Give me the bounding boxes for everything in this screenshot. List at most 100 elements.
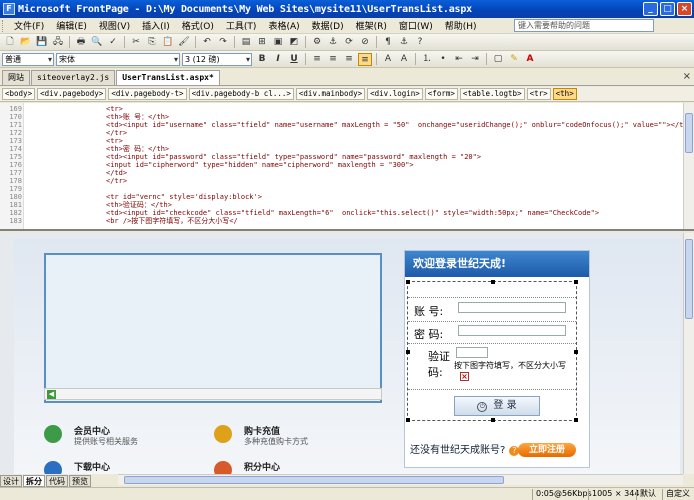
spelling-icon[interactable]: ✓ <box>106 36 120 49</box>
menu-tools[interactable]: 工具(T) <box>220 19 263 32</box>
italic-button[interactable]: I <box>271 53 285 66</box>
tag-chip[interactable]: <div.pagebody-t> <box>108 88 187 100</box>
menu-file[interactable]: 文件(F) <box>8 19 50 32</box>
align-left-icon[interactable]: ≡ <box>310 53 324 66</box>
tab-preview[interactable]: 预览 <box>69 474 91 487</box>
tab-usertranslist[interactable]: UserTransList.aspx* <box>116 70 220 85</box>
menu-view[interactable]: 视图(V) <box>93 19 136 32</box>
code-line[interactable]: 180 <tr id="vernc" style='display:block'> <box>0 193 694 201</box>
register-button[interactable]: 立即注册 <box>518 443 576 457</box>
refresh-icon[interactable]: ⟳ <box>342 36 356 49</box>
redo-icon[interactable]: ↷ <box>216 36 230 49</box>
menu-window[interactable]: 窗口(W) <box>393 19 439 32</box>
tab-code[interactable]: 代码 <box>46 474 68 487</box>
justify-icon[interactable]: ≡ <box>358 52 372 66</box>
code-line[interactable]: 178 </tr> <box>0 177 694 185</box>
save-icon[interactable]: 💾 <box>35 36 49 49</box>
service-points[interactable]: 积分中心 <box>214 459 364 474</box>
code-line[interactable]: 170 <th>账 号：</th> <box>0 113 694 121</box>
increase-font-icon[interactable]: A <box>381 53 395 66</box>
insert-table-icon[interactable]: ⊞ <box>255 36 269 49</box>
code-line[interactable]: 174 <th>密 码：</th> <box>0 145 694 153</box>
account-input[interactable] <box>458 302 566 313</box>
tag-chip[interactable]: <div.login> <box>367 88 423 100</box>
selection-handle[interactable] <box>406 418 410 422</box>
tag-chip[interactable]: <tr> <box>526 88 551 100</box>
banner-image-placeholder[interactable] <box>44 253 382 403</box>
format-painter-icon[interactable]: 🖌 <box>177 36 191 49</box>
paste-icon[interactable]: 📋 <box>161 36 175 49</box>
code-line[interactable]: 169 <tr> <box>0 105 694 113</box>
service-members[interactable]: 会员中心 提供账号相关服务 <box>44 423 194 449</box>
service-download[interactable]: 下载中心 <box>44 459 194 474</box>
numbering-icon[interactable]: ⒈ <box>420 53 434 66</box>
close-button[interactable]: × <box>677 2 692 16</box>
menu-frames[interactable]: 框架(R) <box>350 19 393 32</box>
increase-indent-icon[interactable]: ⇥ <box>468 53 482 66</box>
bold-button[interactable]: B <box>255 53 269 66</box>
code-line[interactable]: 175 <td><input id="password" class="tfiel… <box>0 153 694 161</box>
decrease-indent-icon[interactable]: ⇤ <box>452 53 466 66</box>
selection-handle[interactable] <box>574 418 578 422</box>
login-form[interactable]: 账 号: 密 码: 验证 码: 按下图字符填写，不区分大小写 × ⏻ 登 录 <box>406 280 578 422</box>
cut-icon[interactable]: ✂ <box>129 36 143 49</box>
scroll-left-icon[interactable]: ◀ <box>47 390 56 399</box>
publish-icon[interactable]: 🖧 <box>51 36 65 49</box>
open-folder-icon[interactable]: 📂 <box>19 36 33 49</box>
scroll-thumb[interactable] <box>685 113 693 153</box>
close-tab-icon[interactable]: × <box>683 71 691 82</box>
code-line[interactable]: 181 <th>验证码：</th> <box>0 201 694 209</box>
preview-icon[interactable]: 🔍 <box>90 36 104 49</box>
captcha-input[interactable] <box>456 347 488 358</box>
toolbar-grip[interactable] <box>2 19 5 32</box>
stop-icon[interactable]: ⊘ <box>358 36 372 49</box>
code-line[interactable]: 171 <td><input id="username" class="tfiel… <box>0 121 694 129</box>
tag-chip[interactable]: <table.logtb> <box>459 88 525 100</box>
menu-help[interactable]: 帮助(H) <box>439 19 483 32</box>
tag-chip[interactable]: <form> <box>424 88 458 100</box>
tag-chip[interactable]: <div.mainbody> <box>295 88 366 100</box>
font-size-dropdown[interactable]: 3 (12 磅) <box>182 52 252 66</box>
tab-website[interactable]: 网站 <box>2 70 30 85</box>
tag-chip-selected[interactable]: <th> <box>552 88 577 100</box>
decrease-font-icon[interactable]: A <box>397 53 411 66</box>
tag-chip[interactable]: <div.pagebody> <box>37 88 107 100</box>
help-search-input[interactable]: 键入需要帮助的问题 <box>514 19 654 32</box>
tab-siteoverlay2[interactable]: siteoverlay2.js <box>31 70 116 85</box>
bullets-icon[interactable]: • <box>436 53 450 66</box>
code-line[interactable]: 177 </td> <box>0 169 694 177</box>
status-custom[interactable]: 自定义 <box>662 489 693 500</box>
menu-table[interactable]: 表格(A) <box>262 19 305 32</box>
maximize-button[interactable]: □ <box>660 2 675 16</box>
align-center-icon[interactable]: ≡ <box>326 53 340 66</box>
font-color-icon[interactable]: A <box>523 53 537 66</box>
style-dropdown[interactable]: 普通 <box>2 52 54 66</box>
undo-icon[interactable]: ↶ <box>200 36 214 49</box>
minimize-button[interactable]: _ <box>643 2 658 16</box>
design-view[interactable]: ◀ 欢迎登录世纪天成! 账 号: 密 码: 验证 码: 按下图字符填写，不区分大… <box>0 233 683 474</box>
menu-insert[interactable]: 插入(I) <box>136 19 176 32</box>
tag-chip[interactable]: <div.pagebody-b cl...> <box>188 88 294 100</box>
tab-design[interactable]: 设计 <box>0 474 22 487</box>
menu-edit[interactable]: 编辑(E) <box>50 19 93 32</box>
code-line[interactable]: 172 </tr> <box>0 129 694 137</box>
code-vertical-scrollbar[interactable] <box>683 103 694 229</box>
show-all-icon[interactable]: ¶ <box>381 36 395 49</box>
service-recharge[interactable]: 购卡充值 多种充值购卡方式 <box>214 423 364 449</box>
code-line[interactable]: 183 <br />按下图字符填写，不区分大小写</ <box>0 217 694 225</box>
code-line[interactable]: 179 <box>0 185 694 193</box>
selection-handle[interactable] <box>491 418 495 422</box>
code-line[interactable]: 182 <td><input id="checkcode" class="tfie… <box>0 209 694 217</box>
broken-image-icon[interactable]: × <box>460 372 469 381</box>
password-input[interactable] <box>458 325 566 336</box>
help-icon[interactable]: ? <box>413 36 427 49</box>
web-component-icon[interactable]: ⚙ <box>310 36 324 49</box>
align-right-icon[interactable]: ≡ <box>342 53 356 66</box>
tag-chip[interactable]: <body> <box>2 88 36 100</box>
menu-format[interactable]: 格式(O) <box>176 19 220 32</box>
hyperlink-icon[interactable]: ⚓ <box>326 36 340 49</box>
copy-icon[interactable]: ⎘ <box>145 36 159 49</box>
banner-scrollbar[interactable]: ◀ <box>44 388 382 400</box>
scroll-thumb[interactable] <box>124 476 504 484</box>
print-icon[interactable]: 🖶 <box>74 36 88 49</box>
